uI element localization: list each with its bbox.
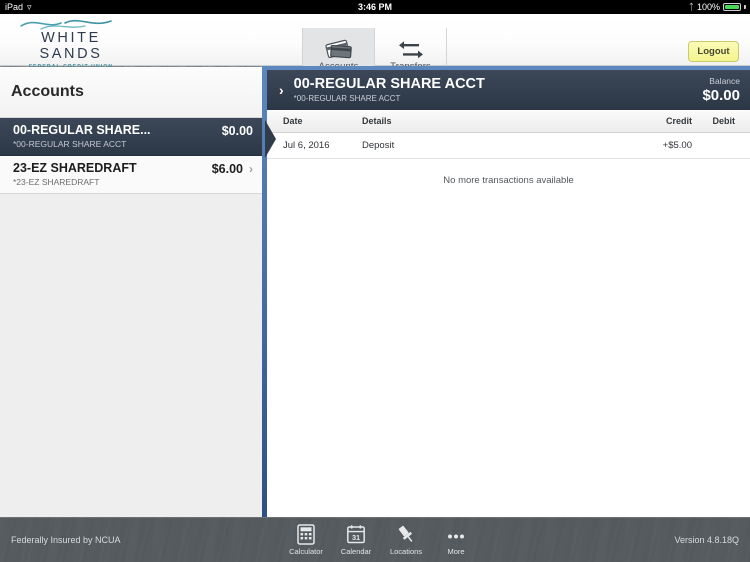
detail-header-titles: 00-REGULAR SHARE ACCT *00-REGULAR SHARE … [294, 76, 485, 104]
tab-calculator-label: Calculator [289, 547, 323, 556]
account-balance: $0.00 [221, 124, 253, 138]
expand-chevron-icon[interactable]: › [275, 82, 294, 98]
accounts-sidebar: Accounts 00-REGULAR SHARE... *00-REGULAR… [0, 67, 265, 517]
balance-label: Balance [709, 76, 740, 86]
account-balance: $6.00 [211, 162, 243, 176]
cell-date: Jul 6, 2016 [283, 140, 330, 151]
sidebar-header: Accounts [0, 67, 264, 118]
sidebar-account-row-0[interactable]: 00-REGULAR SHARE... *00-REGULAR SHARE AC… [0, 118, 264, 156]
svg-text:31: 31 [352, 533, 360, 542]
transfer-arrows-icon [397, 37, 425, 59]
battery-icon [723, 3, 741, 11]
version-label: Version 4.8.18Q [674, 535, 739, 545]
column-header-debit: Debit [712, 116, 736, 126]
logout-button[interactable]: Logout [688, 41, 739, 62]
detail-account-title: 00-REGULAR SHARE ACCT [293, 76, 485, 92]
tab-calendar-label: Calendar [340, 547, 372, 556]
account-name: 23-EZ SHAREDRAFT [13, 161, 137, 175]
bluetooth-icon: ᛏ [688, 2, 694, 12]
status-bar-clock: 3:46 PM [357, 2, 392, 12]
bottom-toolbar: Federally Insured by NCUA Calculator 31 … [0, 517, 750, 562]
brand-logo: WHITE SANDS FEDERAL CREDIT UNION [12, 18, 130, 70]
column-header-date: Date [283, 116, 303, 126]
tab-locations-label: Locations [389, 547, 423, 556]
calculator-icon [296, 524, 316, 545]
account-mask: *00-REGULAR SHARE ACCT [13, 139, 127, 149]
sidebar-title: Accounts [11, 83, 84, 100]
ncua-disclosure-label: Federally Insured by NCUA [11, 535, 121, 545]
chevron-right-icon: › [249, 162, 253, 176]
detail-account-mask: *00-REGULAR SHARE ACCT [293, 94, 401, 103]
account-mask: *23-EZ SHAREDRAFT [13, 177, 100, 187]
battery-percent-label: 100% [696, 2, 720, 12]
ellipsis-icon [445, 524, 467, 545]
sidebar-account-row-1[interactable]: 23-EZ SHAREDRAFT *23-EZ SHAREDRAFT $6.00… [0, 156, 264, 194]
cards-icon [324, 37, 354, 59]
account-name: 00-REGULAR SHARE... [13, 123, 151, 137]
tab-calendar[interactable]: 31 Calendar [331, 524, 381, 556]
logo-name: WHITE SANDS [39, 30, 103, 62]
map-pin-icon [395, 524, 417, 545]
tab-calculator[interactable]: Calculator [281, 524, 331, 556]
cell-credit: +$5.00 [662, 140, 692, 151]
account-row-balance-group: $0.00 [222, 123, 253, 138]
status-bar-right: ᛏ 100% [689, 0, 746, 14]
ios-status-bar: iPad ▿ 3:46 PM ᛏ 100% [0, 0, 750, 14]
column-header-details: Details [362, 116, 392, 126]
tab-locations[interactable]: Locations [381, 524, 431, 556]
transactions-table-header: Date Details Credit Debit [267, 110, 750, 133]
account-row-balance-group: $6.00 › [212, 161, 253, 176]
no-more-transactions-message: No more transactions available [443, 174, 574, 186]
balance-amount: $0.00 [702, 87, 740, 104]
detail-header: › 00-REGULAR SHARE ACCT *00-REGULAR SHAR… [267, 70, 750, 110]
table-row[interactable]: Jul 6, 2016 Deposit +$5.00 [267, 133, 750, 159]
column-header-credit: Credit [665, 116, 692, 126]
detail-balance-group: Balance $0.00 [702, 76, 740, 104]
cell-details: Deposit [362, 140, 395, 151]
account-detail-panel: › 00-REGULAR SHARE ACCT *00-REGULAR SHAR… [267, 70, 750, 517]
tab-more-label: More [447, 547, 465, 556]
app-header-bar: WHITE SANDS FEDERAL CREDIT UNION Account… [0, 14, 750, 80]
battery-tip-icon [744, 5, 746, 9]
calendar-icon: 31 [346, 524, 366, 545]
account-row-text: 00-REGULAR SHARE... *00-REGULAR SHARE AC… [13, 123, 151, 150]
account-row-text: 23-EZ SHAREDRAFT *23-EZ SHAREDRAFT [13, 161, 137, 188]
tab-more[interactable]: More [431, 524, 481, 556]
utility-tab-bar: Calculator 31 Calendar Locations More [281, 524, 481, 556]
selected-row-pointer-icon [265, 120, 276, 158]
